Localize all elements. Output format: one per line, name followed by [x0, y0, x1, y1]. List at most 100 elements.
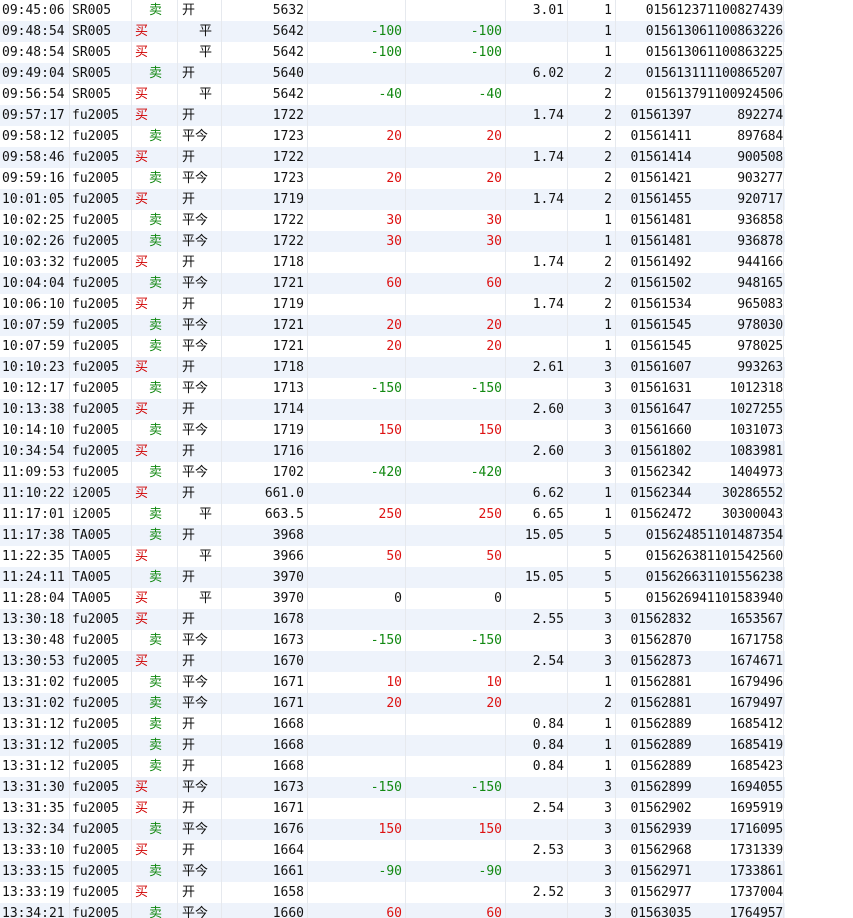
open-close-label: 平 — [199, 549, 213, 564]
fee-cell — [506, 903, 568, 918]
open-close-cell: 开 — [178, 483, 222, 504]
price-cell: 1722 — [222, 210, 308, 231]
table-row[interactable]: 13:33:15 fu2005 卖平今 1661 -90 -90 3 01562971 173… — [0, 861, 853, 882]
table-row[interactable]: 10:06:10 fu2005 买 开 1719 1.74 2 01561534 965083 — [0, 294, 853, 315]
table-row[interactable]: 09:58:12 fu2005 卖平今 1723 20 20 2 01561411 89768… — [0, 126, 853, 147]
direction-cell: 买 — [132, 147, 178, 168]
open-close-label: 开 — [182, 444, 196, 459]
table-row[interactable]: 10:03:32 fu2005 买 开 1718 1.74 2 01561492 944166 — [0, 252, 853, 273]
table-row[interactable]: 13:33:19 fu2005 买 开 1658 2.52 3 01562977 173700… — [0, 882, 853, 903]
table-row[interactable]: 10:07:59 fu2005 卖平今 1721 20 20 1 01561545 97803… — [0, 315, 853, 336]
close-pnl-cell — [308, 441, 406, 462]
open-close-cell: 平 — [178, 588, 222, 609]
order-id-cell: 015624851101487354 — [616, 525, 784, 546]
table-row[interactable]: 11:17:38 TA005 卖 开 3968 15.05 5 015624851101487… — [0, 525, 853, 546]
table-row[interactable]: 13:31:30 fu2005 买平今 1673 -150 -150 3 01562899 1… — [0, 777, 853, 798]
contract-code-cell: fu2005 — [70, 693, 132, 714]
direction-cell: 买 — [132, 399, 178, 420]
open-close-cell: 平今 — [178, 168, 222, 189]
table-row[interactable]: 13:31:02 fu2005 卖平今 1671 10 10 1 01562881 16794… — [0, 672, 853, 693]
price-cell: 1661 — [222, 861, 308, 882]
open-close-label: 平今 — [182, 906, 209, 918]
open-close-label: 开 — [182, 486, 196, 501]
close-pnl-cell: 10 — [308, 672, 406, 693]
trade-time-cell: 11:09:53 — [0, 462, 70, 483]
lots-cell: 2 — [568, 273, 616, 294]
direction-cell: 卖 — [132, 336, 178, 357]
table-row[interactable]: 09:48:54 SR005 买平 5642 -100 -100 1 015613061100… — [0, 42, 853, 63]
close-pnl-cell: -150 — [308, 630, 406, 651]
contract-code-cell: fu2005 — [70, 168, 132, 189]
price-cell: 1723 — [222, 168, 308, 189]
table-row[interactable]: 13:30:48 fu2005 卖平今 1673 -150 -150 3 01562870 1… — [0, 630, 853, 651]
table-row[interactable]: 11:28:04 TA005 买平 3970 0 0 5 015626941101583940 — [0, 588, 853, 609]
table-row[interactable]: 10:02:25 fu2005 卖平今 1722 30 30 1 01561481 93685… — [0, 210, 853, 231]
contract-code-cell: SR005 — [70, 84, 132, 105]
trade-time-cell: 13:34:21 — [0, 903, 70, 918]
table-row[interactable]: 11:17:01 i2005 卖平 663.5 250 250 6.65 1 01562472 … — [0, 504, 853, 525]
position-pnl-cell: 20 — [406, 336, 506, 357]
price-cell: 1719 — [222, 294, 308, 315]
price-cell: 1718 — [222, 357, 308, 378]
position-pnl-cell: 20 — [406, 315, 506, 336]
table-row[interactable]: 10:14:10 fu2005 卖平今 1719 150 150 3 01561660 103… — [0, 420, 853, 441]
fee-cell — [506, 126, 568, 147]
order-id-cell: 01562889 1685412 — [616, 714, 784, 735]
table-row[interactable]: 13:31:12 fu2005 卖 开 1668 0.84 1 01562889 168541… — [0, 714, 853, 735]
table-row[interactable]: 11:24:11 TA005 卖 开 3970 15.05 5 015626631101556… — [0, 567, 853, 588]
sell-direction: 卖 — [149, 528, 163, 543]
contract-code-cell: TA005 — [70, 588, 132, 609]
price-cell: 1714 — [222, 399, 308, 420]
open-close-label: 开 — [182, 738, 196, 753]
table-row[interactable]: 09:56:54 SR005 买平 5642 -40 -40 2 01561379110092… — [0, 84, 853, 105]
table-row[interactable]: 13:31:02 fu2005 卖平今 1671 20 20 2 01562881 16794… — [0, 693, 853, 714]
table-row[interactable]: 13:34:21 fu2005 卖平今 1660 60 60 3 01563035 17649… — [0, 903, 853, 918]
table-row[interactable]: 10:02:26 fu2005 卖平今 1722 30 30 1 01561481 93687… — [0, 231, 853, 252]
trade-time-cell: 13:31:02 — [0, 672, 70, 693]
table-row[interactable]: 10:12:17 fu2005 卖平今 1713 -150 -150 3 01561631 1… — [0, 378, 853, 399]
table-row[interactable]: 09:45:06 SR005 卖 开 5632 3.01 1 0156123711008274… — [0, 0, 853, 21]
table-row[interactable]: 10:13:38 fu2005 买 开 1714 2.60 3 01561647 102725… — [0, 399, 853, 420]
table-row[interactable]: 13:31:35 fu2005 买 开 1671 2.54 3 01562902 169591… — [0, 798, 853, 819]
table-row[interactable]: 10:07:59 fu2005 卖平今 1721 20 20 1 01561545 97802… — [0, 336, 853, 357]
open-close-cell: 开 — [178, 252, 222, 273]
position-pnl-cell: 60 — [406, 273, 506, 294]
table-row[interactable]: 13:33:10 fu2005 买 开 1664 2.53 3 01562968 173133… — [0, 840, 853, 861]
open-close-label: 开 — [182, 192, 196, 207]
table-row[interactable]: 11:10:22 i2005 买 开 661.0 6.62 1 01562344 302865… — [0, 483, 853, 504]
table-row[interactable]: 11:22:35 TA005 买平 3966 50 50 5 0156263811015425… — [0, 546, 853, 567]
open-close-cell: 开 — [178, 714, 222, 735]
open-close-label: 开 — [182, 3, 196, 18]
open-close-label: 平今 — [182, 234, 209, 249]
trade-time-cell: 10:01:05 — [0, 189, 70, 210]
table-row[interactable]: 13:32:34 fu2005 卖平今 1676 150 150 3 01562939 171… — [0, 819, 853, 840]
table-row[interactable]: 11:09:53 fu2005 卖平今 1702 -420 -420 3 01562342 1… — [0, 462, 853, 483]
price-cell: 663.5 — [222, 504, 308, 525]
table-row[interactable]: 09:49:04 SR005 卖 开 5640 6.02 2 0156131111008652… — [0, 63, 853, 84]
open-close-label: 开 — [182, 150, 196, 165]
position-pnl-cell: 250 — [406, 504, 506, 525]
direction-cell: 买 — [132, 189, 178, 210]
table-row[interactable]: 13:30:18 fu2005 买 开 1678 2.55 3 01562832 165356… — [0, 609, 853, 630]
table-row[interactable]: 10:10:23 fu2005 买 开 1718 2.61 3 01561607 993263 — [0, 357, 853, 378]
table-row[interactable]: 09:58:46 fu2005 买 开 1722 1.74 2 01561414 900508 — [0, 147, 853, 168]
lots-cell: 3 — [568, 630, 616, 651]
table-row[interactable]: 13:31:12 fu2005 卖 开 1668 0.84 1 01562889 168542… — [0, 756, 853, 777]
fee-cell — [506, 168, 568, 189]
table-row[interactable]: 09:57:17 fu2005 买 开 1722 1.74 2 01561397 892274 — [0, 105, 853, 126]
table-row[interactable]: 09:48:54 SR005 买平 5642 -100 -100 1 015613061100… — [0, 21, 853, 42]
order-id-cell: 01562870 1671758 — [616, 630, 784, 651]
contract-code-cell: fu2005 — [70, 210, 132, 231]
open-close-cell: 平今 — [178, 630, 222, 651]
table-row[interactable]: 10:01:05 fu2005 买 开 1719 1.74 2 01561455 920717 — [0, 189, 853, 210]
sell-direction: 卖 — [149, 864, 163, 879]
table-row[interactable]: 09:59:16 fu2005 卖平今 1723 20 20 2 01561421 90327… — [0, 168, 853, 189]
open-close-label: 开 — [182, 66, 196, 81]
contract-code-cell: SR005 — [70, 21, 132, 42]
lots-cell: 1 — [568, 336, 616, 357]
table-row[interactable]: 10:34:54 fu2005 买 开 1716 2.60 3 01561802 108398… — [0, 441, 853, 462]
table-row[interactable]: 10:04:04 fu2005 卖平今 1721 60 60 2 01561502 94816… — [0, 273, 853, 294]
table-row[interactable]: 13:31:12 fu2005 卖 开 1668 0.84 1 01562889 168541… — [0, 735, 853, 756]
table-row[interactable]: 13:30:53 fu2005 买 开 1670 2.54 3 01562873 167467… — [0, 651, 853, 672]
close-pnl-cell: 150 — [308, 420, 406, 441]
